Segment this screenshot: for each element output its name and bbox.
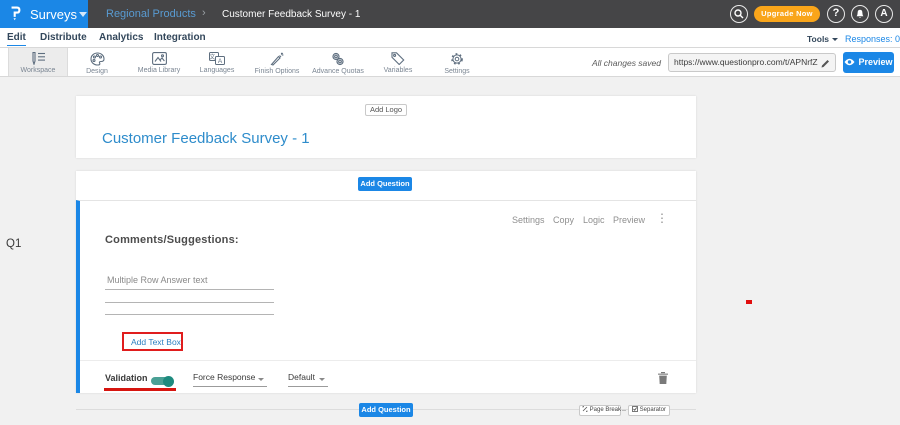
svg-text:A: A (218, 58, 223, 65)
svg-text:文: 文 (209, 53, 215, 61)
